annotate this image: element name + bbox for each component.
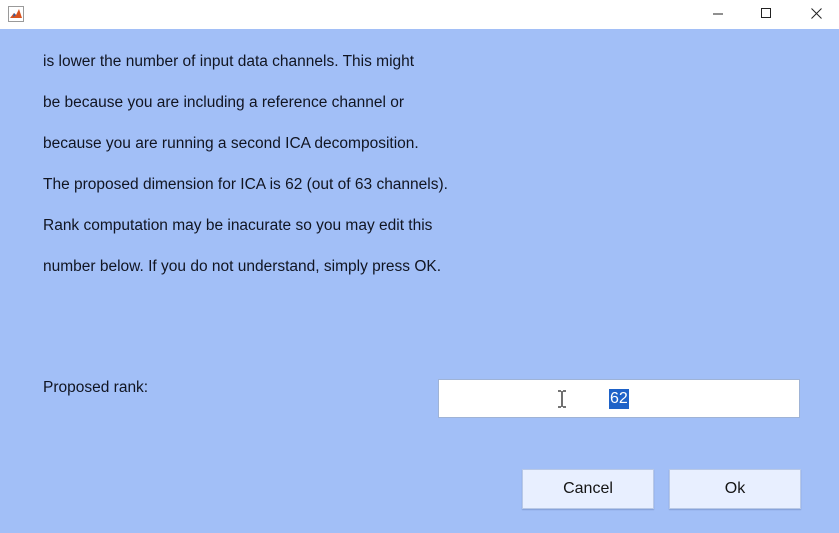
minimize-button[interactable] <box>695 0 741 29</box>
close-button[interactable] <box>793 0 839 29</box>
info-message: is lower the number of input data channe… <box>43 31 563 298</box>
message-line: be because you are including a reference… <box>43 93 405 111</box>
proposed-rank-input[interactable]: 62 <box>438 379 800 418</box>
maximize-button[interactable] <box>743 0 789 29</box>
proposed-rank-label: Proposed rank: <box>43 379 149 396</box>
message-line: because you are running a second ICA dec… <box>43 134 419 152</box>
close-icon <box>810 6 822 24</box>
cancel-button[interactable]: Cancel <box>522 469 654 509</box>
proposed-rank-value[interactable]: 62 <box>609 389 629 409</box>
minimize-icon <box>712 6 724 24</box>
message-line: Rank computation may be inacurate so you… <box>43 216 433 234</box>
ok-button[interactable]: Ok <box>669 469 801 509</box>
dialog-window: is lower the number of input data channe… <box>0 0 839 533</box>
message-line: number below. If you do not understand, … <box>43 257 442 275</box>
message-line: is lower the number of input data channe… <box>43 52 415 70</box>
maximize-icon <box>760 6 772 24</box>
matlab-icon <box>8 6 24 22</box>
title-bar <box>0 0 839 29</box>
text-cursor-icon <box>557 390 567 408</box>
message-line: The proposed dimension for ICA is 62 (ou… <box>43 175 448 193</box>
